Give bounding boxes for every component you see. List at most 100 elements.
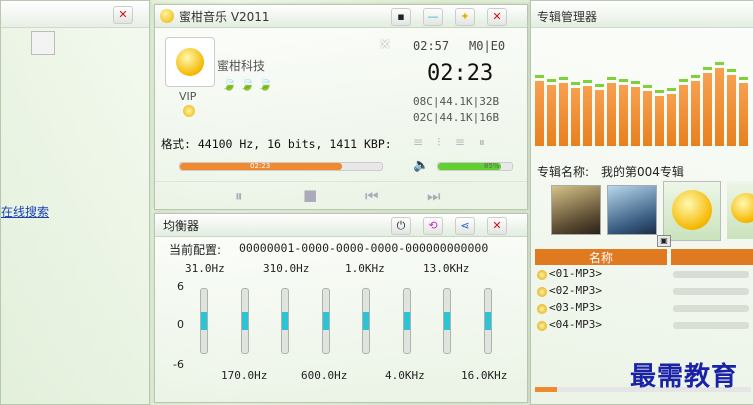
orange-logo-icon	[672, 190, 712, 230]
album-list-item[interactable]: <03-MP3>	[537, 301, 751, 317]
eq-band-slider[interactable]	[362, 288, 370, 354]
eq-band-slider[interactable]	[321, 288, 330, 354]
eq-close-button[interactable]: ✕	[487, 217, 507, 235]
eq-band-slider[interactable]	[443, 288, 451, 354]
spectrum-peak	[583, 80, 592, 84]
spectrum-peak	[727, 68, 736, 72]
pause-button[interactable]: ⏸	[235, 187, 243, 205]
prev-button[interactable]: ⏮	[365, 187, 379, 205]
spectrum-bar	[547, 85, 556, 146]
spectrum-peak	[595, 84, 604, 88]
album-item-label: <01-MP3>	[549, 267, 602, 280]
eq-band-slider[interactable]	[200, 288, 208, 354]
progress-bar[interactable]: 02:23	[179, 162, 383, 171]
album-item-detail	[673, 322, 749, 329]
left-app-icon[interactable]	[31, 31, 55, 55]
album-cover-3[interactable]	[663, 181, 721, 241]
column-header-name[interactable]: 名称	[535, 249, 667, 265]
spectrum-peak	[607, 77, 616, 80]
star-icon: ✦	[460, 10, 470, 23]
vip-badge-icon	[183, 105, 195, 117]
time-elapsed-small: 02:57	[413, 39, 450, 53]
volume-label: 85%	[484, 162, 500, 170]
spectrum-bar	[559, 83, 568, 146]
spectrum-bar	[727, 74, 736, 146]
mini-mode-button[interactable]: ▪	[391, 8, 411, 26]
left-close-button[interactable]: ✕	[113, 6, 133, 24]
format-line-2: 02C|44.1K|16B	[413, 111, 500, 124]
track-icon	[537, 270, 547, 280]
album-item-detail	[673, 305, 749, 312]
next-button[interactable]: ⏭	[427, 187, 441, 205]
eq-band-slider[interactable]	[240, 288, 249, 354]
eq-band-handle[interactable]	[363, 312, 369, 330]
spectrum-peak	[547, 79, 556, 83]
player-close-button[interactable]: ✕	[487, 8, 507, 26]
avatar[interactable]	[165, 37, 215, 87]
album-scrollbar-thumb[interactable]	[535, 387, 557, 392]
volume-icon[interactable]: 🔈	[413, 158, 429, 173]
track-icon	[537, 287, 547, 297]
spectrum-peak	[559, 77, 568, 80]
eq-band-handle[interactable]	[322, 312, 329, 330]
eq-band-slider[interactable]	[402, 288, 411, 354]
album-cover-2[interactable]	[607, 185, 657, 235]
spectrum-bar	[643, 91, 652, 146]
spectrum-bar	[739, 83, 748, 146]
stop-button[interactable]: ■	[303, 186, 317, 204]
album-cover-4[interactable]	[727, 181, 753, 239]
orange-logo-icon	[731, 193, 753, 223]
time-large: 02:23	[427, 61, 494, 86]
online-search-link[interactable]: 在线搜索	[1, 203, 49, 220]
leaf-icons: 🍃🍃🍃	[221, 77, 276, 92]
player-window: 蜜柑音乐 V2011 ▪ — ✦ ✕ VIP 蜜柑科技 🍃🍃🍃 ✕ 02:57 …	[154, 4, 528, 210]
player-titlebar[interactable]: 蜜柑音乐 V2011 ▪ — ✦ ✕	[155, 5, 527, 28]
close-icon: ✕	[118, 8, 128, 21]
eq-power-button[interactable]: ⏻	[391, 217, 411, 235]
square-icon: ▪	[397, 10, 405, 23]
equalizer-title: 均衡器	[163, 219, 200, 233]
app-logo-icon	[160, 9, 174, 23]
volume-bar[interactable]: 85%	[437, 162, 513, 171]
album-name-label: 专辑名称:	[537, 165, 590, 179]
top-freq-label: 310.0Hz	[263, 262, 310, 275]
eq-band-handle[interactable]	[484, 312, 491, 330]
spectrum-peak	[535, 74, 544, 78]
power-icon: ⏻	[396, 219, 406, 232]
top-freq-label: 31.0Hz	[185, 262, 225, 275]
album-list-item[interactable]: <01-MP3>	[537, 267, 751, 283]
bottom-freq-label: 4.0KHz	[385, 369, 425, 382]
eq-band-slider[interactable]	[483, 288, 492, 354]
album-list-item[interactable]: <04-MP3>	[537, 318, 751, 334]
spectrum-peak	[739, 77, 748, 80]
album-list-item[interactable]: <02-MP3>	[537, 284, 751, 300]
eq-band-handle[interactable]	[241, 312, 248, 330]
orange-logo-icon	[176, 48, 204, 76]
overlay-close-icon[interactable]: ✕	[379, 37, 391, 53]
progress-label: 02:23	[250, 162, 271, 170]
watermark-text: 最需教育	[630, 362, 739, 392]
album-title: 专辑管理器	[537, 10, 598, 24]
folder-icon[interactable]: ▣	[657, 235, 671, 247]
player-title: 蜜柑音乐 V2011	[179, 10, 270, 24]
equalizer-titlebar[interactable]: 均衡器 ⏻ ⟲ ⋖ ✕	[155, 214, 527, 237]
spectrum-bar	[583, 86, 592, 146]
album-item-detail	[673, 288, 749, 295]
eq-band-handle[interactable]	[403, 312, 410, 330]
minimize-button[interactable]: —	[423, 8, 443, 26]
skin-button[interactable]: ✦	[455, 8, 475, 26]
eq-band-handle[interactable]	[282, 312, 288, 330]
track-icon	[537, 321, 547, 331]
album-cover-1[interactable]	[551, 185, 601, 235]
spectrum-bar	[619, 85, 628, 146]
eq-band-slider[interactable]	[281, 288, 289, 354]
playlist-mode-icons[interactable]: ≡⁝≡⏸	[413, 135, 499, 150]
scale-bottom: -6	[173, 358, 184, 371]
album-manager-window: 专辑管理器 专辑名称: 我的第004专辑 ▣ 名称 <01-MP3> <02-MP…	[530, 0, 753, 405]
eq-band-handle[interactable]	[444, 312, 450, 330]
spectrum-bar	[631, 87, 640, 146]
eq-share-button[interactable]: ⋖	[455, 217, 475, 235]
eq-reset-button[interactable]: ⟲	[423, 217, 443, 235]
spectrum-bar	[655, 95, 664, 146]
eq-band-handle[interactable]	[201, 312, 207, 330]
